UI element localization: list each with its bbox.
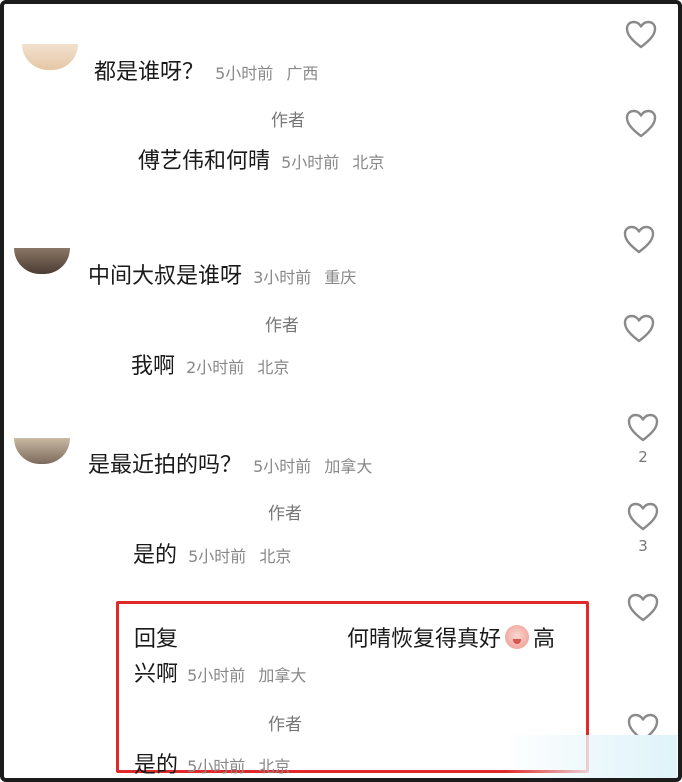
comment-location: 加拿大 (324, 457, 373, 476)
heart-outline-icon (627, 502, 659, 531)
comment-item: 都是谁呀？ 5小时前 广西 (94, 54, 318, 86)
reply-text: 是的 (134, 753, 179, 778)
comment-location: 重庆 (324, 268, 357, 287)
reply-location: 北京 (352, 153, 385, 172)
heart-outline-icon (625, 109, 657, 138)
reply-time: 2小时前 (186, 358, 245, 377)
blushing-face-emoji-icon (505, 625, 530, 649)
reply-text: 我啊 (131, 354, 176, 379)
reply-time: 5小时前 (281, 153, 340, 172)
comment-text: 中间大叔是谁呀 (88, 264, 243, 289)
author-tag: 作者 (268, 715, 302, 735)
comment-text-part3: 兴啊 (134, 662, 179, 687)
reply-item: 是的 5小时前 北京 (134, 747, 290, 779)
reply-time: 5小时前 (188, 547, 247, 566)
bottom-fade (505, 735, 677, 779)
comment-text: 都是谁呀？ (94, 60, 205, 85)
heart-outline-icon (623, 314, 655, 343)
avatar[interactable] (22, 44, 78, 70)
like-button[interactable] (626, 593, 660, 622)
reply-time: 5小时前 (187, 757, 246, 776)
comment-item: 兴啊 5小时前 加拿大 (134, 656, 306, 688)
reply-location: 北京 (259, 547, 292, 566)
reply-item: 是的 5小时前 北京 (133, 537, 291, 569)
avatar[interactable] (14, 248, 70, 274)
like-count: 3 (638, 537, 648, 555)
like-button[interactable]: 3 (626, 502, 660, 555)
avatar[interactable] (14, 438, 70, 464)
comment-location: 广西 (286, 64, 319, 83)
like-button[interactable] (622, 225, 656, 254)
reply-location: 北京 (257, 358, 290, 377)
comment-time: 5小时前 (215, 64, 274, 83)
comment-text-part1: 何晴恢复得真好 (347, 627, 502, 652)
reply-text: 是的 (133, 543, 178, 568)
heart-outline-icon (623, 225, 655, 254)
like-button[interactable] (622, 314, 656, 343)
comment-time: 5小时前 (187, 666, 246, 685)
reply-item: 我啊 2小时前 北京 (131, 348, 289, 380)
comment-text-part2: 高 (533, 627, 556, 652)
like-button[interactable]: 2 (626, 413, 660, 466)
heart-outline-icon (625, 20, 657, 49)
comment-text: 何晴恢复得真好 高 (347, 621, 555, 653)
author-tag: 作者 (265, 316, 299, 336)
comment-item: 中间大叔是谁呀 3小时前 重庆 (88, 258, 356, 290)
reply-location: 北京 (258, 757, 291, 776)
comment-time: 3小时前 (253, 268, 312, 287)
author-tag: 作者 (271, 111, 305, 131)
reply-item: 傅艺伟和何晴 5小时前 北京 (138, 143, 384, 175)
comment-item: 是最近拍的吗？ 5小时前 加拿大 (88, 447, 372, 479)
comment-time: 5小时前 (253, 457, 312, 476)
reply-prefix: 回复 (134, 627, 179, 652)
like-button[interactable] (624, 109, 658, 138)
comment-text: 是最近拍的吗？ (88, 453, 243, 478)
like-button[interactable] (624, 20, 658, 49)
heart-outline-icon (627, 593, 659, 622)
reply-text: 傅艺伟和何晴 (138, 149, 271, 174)
like-count: 2 (638, 448, 648, 466)
heart-outline-icon (627, 413, 659, 442)
author-tag: 作者 (268, 504, 302, 524)
comment-location: 加拿大 (258, 666, 307, 685)
